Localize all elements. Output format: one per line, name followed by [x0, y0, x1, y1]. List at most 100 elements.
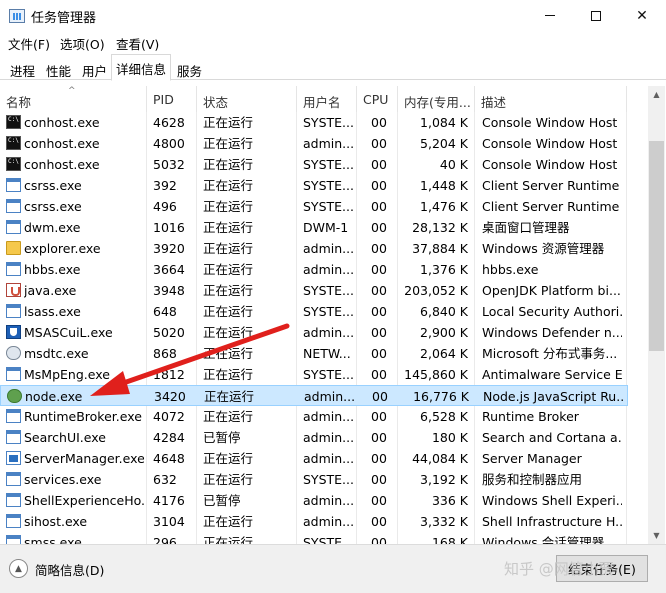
process-status: 正在运行 — [203, 304, 254, 319]
tab-details[interactable]: 详细信息 — [111, 54, 172, 81]
java-icon — [6, 283, 21, 297]
table-row[interactable]: ServerManager.exe 4648 正在运行 admin... 00 44,08… — [0, 448, 628, 469]
tab-services[interactable]: 服务 — [172, 57, 207, 80]
process-pid: 4072 — [153, 409, 185, 424]
menu-view[interactable]: 查看(V) — [116, 34, 159, 53]
process-pid: 632 — [153, 472, 177, 487]
process-status: 正在运行 — [203, 220, 254, 235]
window-icon — [6, 178, 21, 192]
process-description: Console Window Host — [482, 136, 618, 151]
column-header-description[interactable]: 描述 — [475, 86, 627, 112]
table-row[interactable]: SearchUI.exe 4284 已暂停 admin... 00 180 K Search… — [0, 427, 628, 448]
window-icon — [6, 199, 21, 213]
process-name: explorer.exe — [24, 241, 101, 256]
tab-processes[interactable]: 进程 — [5, 57, 40, 80]
process-user: admin... — [303, 430, 353, 445]
process-description: Client Server Runtime ... — [482, 178, 622, 193]
close-button[interactable]: ✕ — [619, 0, 665, 31]
process-name: MSASCuiL.exe — [24, 325, 113, 340]
process-name: conhost.exe — [24, 115, 100, 130]
minimize-button[interactable] — [527, 0, 573, 31]
process-status: 正在运行 — [203, 115, 254, 130]
table-row[interactable]: conhost.exe 4800 正在运行 admin... 00 5,204 K Cons… — [0, 133, 628, 154]
table-row[interactable]: csrss.exe 392 正在运行 SYSTE... 00 1,448 K Client … — [0, 175, 628, 196]
window-title: 任务管理器 — [31, 11, 97, 26]
column-header-memory[interactable]: 内存(专用... — [398, 86, 475, 112]
table-row[interactable]: services.exe 632 正在运行 SYSTE... 00 3,192 K 服务和控… — [0, 469, 628, 490]
table-row[interactable]: conhost.exe 5032 正在运行 SYSTE... 00 40 K Console… — [0, 154, 628, 175]
table-row-selected[interactable]: node.exe 3420 正在运行 admin... 00 16,776 K Node.j… — [0, 385, 628, 406]
column-header-user[interactable]: 用户名 — [297, 86, 357, 112]
process-cpu: 00 — [371, 178, 387, 193]
chevron-up-icon[interactable]: ▲ — [9, 559, 28, 578]
process-name: hbbs.exe — [24, 262, 81, 277]
process-description: Windows Defender n... — [482, 325, 622, 340]
table-row[interactable]: MSASCuiL.exe 5020 正在运行 admin... 00 2,900 K Win… — [0, 322, 628, 343]
process-status: 正在运行 — [203, 178, 254, 193]
table-row[interactable]: java.exe 3948 正在运行 SYSTE... 00 203,052 K OpenJ… — [0, 280, 628, 301]
process-memory: 145,860 K — [404, 367, 468, 382]
column-header-name[interactable]: 名称 ^ — [0, 86, 147, 112]
window-icon — [6, 367, 21, 381]
scroll-down-icon[interactable]: ▼ — [648, 527, 665, 544]
process-user: SYSTE... — [303, 115, 353, 130]
process-cpu: 00 — [371, 220, 387, 235]
title-bar[interactable]: 任务管理器 ✕ — [0, 0, 666, 31]
table-row[interactable]: ShellExperienceHo... 4176 已暂停 admin... 00 336… — [0, 490, 628, 511]
process-name: ShellExperienceHo... — [24, 493, 144, 508]
watermark: 知乎 @网管小贾 — [504, 560, 614, 578]
column-header-cpu[interactable]: CPU — [357, 86, 398, 112]
scroll-up-icon[interactable]: ▲ — [648, 86, 665, 103]
process-name: SearchUI.exe — [24, 430, 106, 445]
table-row[interactable]: smss.exe 296 正在运行 SYSTE... 00 168 K Windows 会话… — [0, 532, 628, 544]
process-user: admin... — [303, 493, 353, 508]
process-pid: 4176 — [153, 493, 185, 508]
fewer-details-link[interactable]: 简略信息(D) — [35, 560, 104, 579]
process-memory: 28,132 K — [412, 220, 468, 235]
process-status: 正在运行 — [203, 367, 254, 382]
process-description: Node.js JavaScript Ru... — [483, 389, 623, 404]
process-pid: 3420 — [154, 389, 186, 404]
server-icon — [6, 451, 21, 465]
menu-options[interactable]: 选项(O) — [60, 34, 105, 53]
table-row[interactable]: msdtc.exe 868 正在运行 NETW... 00 2,064 K Microsof… — [0, 343, 628, 364]
process-pid: 3948 — [153, 283, 185, 298]
window-icon — [6, 493, 21, 507]
process-pid: 296 — [153, 535, 177, 544]
process-description: Windows 会话管理器 — [482, 535, 605, 544]
table-row[interactable]: sihost.exe 3104 正在运行 admin... 00 3,332 K Shell… — [0, 511, 628, 532]
process-user: admin... — [304, 389, 354, 404]
process-status: 正在运行 — [203, 283, 254, 298]
console-icon — [6, 136, 21, 150]
window-icon — [6, 514, 21, 528]
scrollbar-thumb[interactable] — [649, 141, 664, 351]
column-header-status[interactable]: 状态 — [197, 86, 297, 112]
table-row[interactable]: lsass.exe 648 正在运行 SYSTE... 00 6,840 K Local S… — [0, 301, 628, 322]
menu-file[interactable]: 文件(F) — [8, 34, 50, 53]
column-header-pid[interactable]: PID — [147, 86, 197, 112]
table-row[interactable]: RuntimeBroker.exe 4072 正在运行 admin... 00 6,528… — [0, 406, 628, 427]
table-row[interactable]: hbbs.exe 3664 正在运行 admin... 00 1,376 K hbbs.ex… — [0, 259, 628, 280]
process-user: admin... — [303, 262, 353, 277]
tab-users[interactable]: 用户 — [77, 57, 112, 80]
maximize-button[interactable] — [573, 0, 619, 31]
process-memory: 1,084 K — [420, 115, 468, 130]
table-row[interactable]: conhost.exe 4628 正在运行 SYSTE... 00 1,084 K Cons… — [0, 112, 628, 133]
process-pid: 496 — [153, 199, 177, 214]
process-cpu: 00 — [371, 199, 387, 214]
process-status: 已暂停 — [203, 430, 241, 445]
process-name: conhost.exe — [24, 157, 100, 172]
table-row[interactable]: explorer.exe 3920 正在运行 admin... 00 37,884 K Wi… — [0, 238, 628, 259]
tab-performance[interactable]: 性能 — [41, 57, 76, 80]
table-row[interactable]: dwm.exe 1016 正在运行 DWM-1 00 28,132 K 桌面窗口管理器 — [0, 217, 628, 238]
table-row[interactable]: MsMpEng.exe 1812 正在运行 SYSTE... 00 145,860 K An… — [0, 364, 628, 385]
process-status: 正在运行 — [203, 157, 254, 172]
process-memory: 180 K — [431, 430, 468, 445]
process-user: SYSTE... — [303, 178, 353, 193]
process-name: node.exe — [25, 389, 83, 404]
table-row[interactable]: csrss.exe 496 正在运行 SYSTE... 00 1,476 K Client … — [0, 196, 628, 217]
process-status: 已暂停 — [203, 493, 241, 508]
task-manager-icon — [9, 9, 25, 23]
process-name: csrss.exe — [24, 178, 82, 193]
vertical-scrollbar[interactable]: ▲ ▼ — [648, 86, 665, 544]
